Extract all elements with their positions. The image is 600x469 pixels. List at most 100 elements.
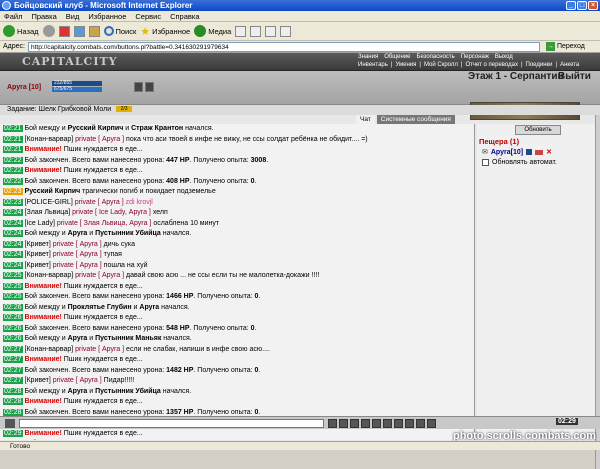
message-time[interactable]: 02:21 (3, 135, 23, 143)
message-time[interactable]: 02:27 (3, 345, 23, 353)
private-recipients[interactable]: private [ Ice Lady, Аруrа ] (72, 209, 151, 216)
message-time[interactable]: 02:21 (3, 146, 23, 153)
nav-profile[interactable]: Анкета (560, 62, 579, 68)
close-icon[interactable]: ✕ (546, 148, 552, 156)
message-time[interactable]: 02:25 (3, 282, 23, 290)
menu-help[interactable]: Справка (170, 11, 199, 21)
favorites-button[interactable]: ★ Избранное (140, 25, 190, 38)
private-icon[interactable]: ✉ (482, 148, 488, 156)
print-button[interactable] (265, 25, 277, 37)
nav-character[interactable]: Персонаж (461, 54, 489, 60)
message-time[interactable]: 02:22 (3, 177, 23, 185)
tab-chat[interactable]: Чат (356, 115, 375, 124)
exit-link[interactable]: Выйти (558, 71, 591, 82)
filter-icon[interactable] (361, 419, 370, 428)
help-icon[interactable] (427, 419, 436, 428)
auto-refresh-toggle[interactable]: Обновлять автомат. (482, 159, 557, 166)
refresh-button[interactable] (73, 25, 85, 37)
nav-chat[interactable]: Общение (384, 54, 410, 60)
message-time[interactable]: 02:28 (3, 387, 23, 395)
go-button[interactable]: → Переход (545, 42, 585, 51)
message-time[interactable]: 02:24 (3, 219, 23, 227)
close-button[interactable]: × (588, 1, 598, 10)
message-text: [Кривет] (24, 240, 53, 248)
message-time[interactable]: 02:23 (3, 188, 23, 195)
message-time[interactable]: 02:27 (3, 356, 23, 363)
private-recipients[interactable]: private [ Аруrа ] (53, 241, 102, 248)
private-recipients[interactable]: private [ Аруrа ] (53, 251, 102, 258)
chat-input[interactable] (19, 419, 324, 428)
message-time[interactable]: 02:29 (3, 429, 23, 437)
browser-toolbar: Назад Поиск ★ Избранное Медиа (0, 22, 600, 41)
message-time[interactable]: 02:24 (3, 251, 23, 258)
minimize-button[interactable]: _ (566, 1, 576, 10)
sound-icon[interactable] (383, 419, 392, 428)
message-time[interactable]: 02:22 (3, 167, 23, 174)
smiles-icon[interactable] (339, 419, 348, 428)
history-button[interactable] (235, 25, 247, 37)
nav-skills[interactable]: Умения (395, 62, 416, 68)
stop-button[interactable] (58, 25, 70, 37)
search-button[interactable]: Поиск (103, 26, 136, 36)
refresh-button[interactable]: Обновить (515, 125, 561, 135)
private-recipients[interactable]: private [ Аруrа ] (53, 377, 102, 384)
message-time[interactable]: 02:24 (3, 240, 23, 248)
edit-button[interactable] (280, 25, 292, 37)
nav-battles[interactable]: Поединки (526, 62, 553, 68)
message-time[interactable]: 02:23 (3, 198, 23, 206)
media-button[interactable]: Медиа (194, 25, 231, 37)
translit-icon[interactable] (372, 419, 381, 428)
back-button[interactable]: Назад (3, 25, 39, 37)
message-time[interactable]: 02:21 (3, 125, 23, 132)
menu-tools[interactable]: Сервис (135, 11, 161, 21)
menu-favorites[interactable]: Избранное (88, 11, 126, 21)
message-time[interactable]: 02:26 (3, 335, 23, 342)
nav-transfers[interactable]: Отчет о переводах (465, 62, 518, 68)
nav-inventory[interactable]: Инвентарь (358, 62, 388, 68)
flag-icon (535, 149, 544, 155)
send-icon[interactable] (328, 419, 337, 428)
maximize-button[interactable]: □ (577, 1, 587, 10)
auto-refresh-checkbox[interactable] (482, 159, 489, 166)
message-time[interactable]: 02:22 (3, 156, 23, 164)
mail-button[interactable] (250, 25, 262, 37)
home-button[interactable] (88, 25, 100, 37)
map-icon[interactable] (416, 419, 425, 428)
message-time[interactable]: 02:24 (3, 209, 23, 216)
private-recipients[interactable]: private [ Аруrа ] (75, 136, 124, 143)
private-recipients[interactable]: private [ Аруrа ] (75, 199, 124, 206)
chat-message: 02:24 [Ice Lady] private [ Злая Львица, А… (0, 219, 474, 230)
menu-file[interactable]: Файл (4, 11, 22, 21)
message-time[interactable]: 02:25 (3, 293, 23, 300)
message-time[interactable]: 02:28 (3, 398, 23, 405)
chat-mode-icon[interactable] (5, 419, 15, 428)
nav-knowledge[interactable]: Знания (358, 54, 378, 60)
nav-exit[interactable]: Выход (495, 54, 513, 60)
clear-icon[interactable] (350, 419, 359, 428)
private-recipients[interactable]: private [ Аруrа ] (53, 262, 102, 269)
character-name[interactable]: Аруrа [10] (7, 84, 41, 91)
private-recipients[interactable]: private [ Аруrа ] (75, 346, 124, 353)
message-time[interactable]: 02:26 (3, 324, 23, 332)
message-time[interactable]: 02:26 (3, 303, 23, 311)
nav-my-scroll[interactable]: Мой Скролл (424, 62, 458, 68)
message-time[interactable]: 02:26 (3, 314, 23, 321)
forward-button[interactable] (42, 25, 55, 37)
friends-icon[interactable] (405, 419, 414, 428)
message-time[interactable]: 02:24 (3, 261, 23, 269)
private-recipients[interactable]: private [ Злая Львица, Аруrа ] (57, 220, 152, 227)
room-user-name[interactable]: Аруrа[10] (491, 149, 523, 156)
settings-icon[interactable] (394, 419, 403, 428)
message-time[interactable]: 02:25 (3, 272, 23, 279)
menu-edit[interactable]: Правка (31, 11, 56, 21)
tab-system-messages[interactable]: Системные сообщения (376, 115, 455, 124)
message-time[interactable]: 02:24 (3, 230, 23, 237)
message-time[interactable]: 02:28 (3, 408, 23, 416)
private-recipients[interactable]: private [ Аруrа ] (75, 272, 124, 279)
nav-security[interactable]: Безопасность (417, 54, 455, 60)
address-input[interactable]: http://capitalcity.combats.com/buttons.p… (27, 41, 540, 52)
menu-view[interactable]: Вид (66, 11, 80, 21)
message-time[interactable]: 02:27 (3, 377, 23, 384)
message-time[interactable]: 02:27 (3, 366, 23, 374)
room-user[interactable]: ✉ Аруrа[10] ✕ (482, 148, 552, 157)
